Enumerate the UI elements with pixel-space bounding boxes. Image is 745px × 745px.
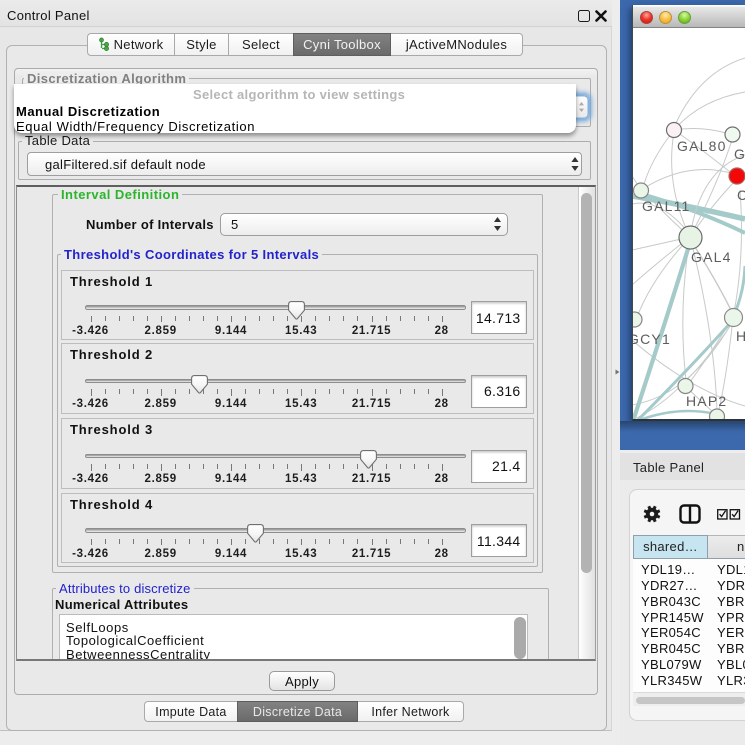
svg-text:GCY1: GCY1: [633, 331, 671, 347]
svg-text:GAL4: GAL4: [691, 249, 732, 265]
svg-text:H: H: [736, 328, 745, 344]
svg-text:HAP2: HAP2: [686, 393, 727, 409]
svg-text:C: C: [737, 187, 745, 203]
svg-text:GAL80: GAL80: [677, 138, 727, 154]
svg-text:GAL11: GAL11: [642, 198, 691, 214]
svg-text:GA: GA: [734, 146, 745, 162]
